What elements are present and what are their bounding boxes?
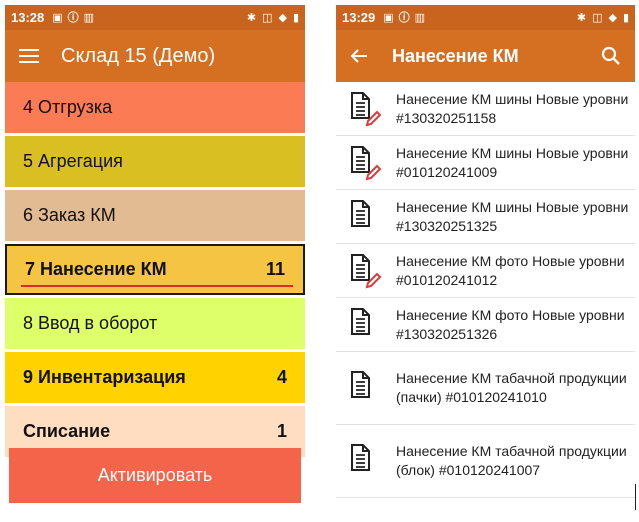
app-title: Склад 15 (Демо) bbox=[61, 44, 216, 67]
operation-label: Списание bbox=[23, 421, 111, 441]
operation-label: 5 Агрегация bbox=[23, 151, 123, 171]
document-icon bbox=[336, 199, 396, 235]
document-row[interactable]: Нанесение КМ шины Новые уровни #13032025… bbox=[336, 82, 635, 136]
screen-title: Нанесение КМ bbox=[392, 45, 519, 66]
operation-item[interactable]: 9 Инвентаризация 4 bbox=[5, 352, 305, 403]
operation-label: 9 Инвентаризация bbox=[23, 367, 186, 387]
operation-item[interactable]: 5 Агрегация bbox=[5, 136, 305, 187]
document-title: Нанесение КМ шины Новые уровни #01012024… bbox=[396, 144, 629, 180]
battery-icon: ▮ bbox=[292, 11, 299, 24]
search-icon[interactable] bbox=[601, 46, 621, 66]
vibrate-icon: ◫ bbox=[262, 11, 273, 24]
status-bar: 13:28 ▣ ⓘ ▥ ✱ ◫ ◆ ▮ bbox=[5, 5, 305, 30]
info-notification-icon: ⓘ bbox=[67, 11, 79, 24]
screen-edge bbox=[635, 484, 636, 510]
left-screen: 13:28 ▣ ⓘ ▥ ✱ ◫ ◆ ▮ Склад 15 (Демо) 4 От… bbox=[5, 5, 305, 520]
operation-label: 7 Нанесение КМ bbox=[25, 259, 167, 279]
operation-item[interactable]: 8 Ввод в оборот bbox=[5, 298, 305, 349]
back-arrow-icon[interactable] bbox=[350, 48, 368, 64]
app-bar: Нанесение КМ bbox=[336, 30, 635, 82]
document-row[interactable]: Нанесение КМ шины Новые уровни #13032025… bbox=[336, 190, 635, 244]
bluetooth-icon: ✱ bbox=[246, 11, 257, 24]
operation-label: 8 Ввод в оборот bbox=[23, 313, 158, 333]
document-row[interactable]: Нанесение КМ фото Новые уровни #01012024… bbox=[336, 244, 635, 298]
operation-item[interactable]: 4 Отгрузка bbox=[5, 82, 305, 133]
document-title: Нанесение КМ фото Новые уровни #13032025… bbox=[396, 306, 625, 342]
document-row[interactable]: Нанесение КМ табачной продукции (блок) #… bbox=[336, 425, 635, 498]
barcode-notification-icon: ▥ bbox=[83, 11, 95, 24]
battery-icon: ▮ bbox=[622, 11, 629, 24]
operation-count: 11 bbox=[265, 259, 285, 279]
document-icon bbox=[336, 370, 396, 406]
document-row[interactable]: Нанесение КМ шины Новые уровни #01012024… bbox=[336, 136, 635, 190]
document-row[interactable]: Нанесение КМ табачной продукции (пачки) … bbox=[336, 352, 635, 425]
barcode-notification-icon: ▥ bbox=[414, 11, 426, 24]
document-edit-icon bbox=[336, 91, 396, 127]
selection-underline bbox=[21, 285, 293, 287]
operation-count: 1 bbox=[276, 421, 287, 441]
status-bar: 13:29 ▣ ⓘ ▥ ✱ ◫ ◆ ▮ bbox=[336, 5, 635, 30]
document-title: Нанесение КМ фото Новые уровни #01012024… bbox=[396, 252, 625, 288]
wifi-icon: ◆ bbox=[278, 11, 287, 24]
bluetooth-icon: ✱ bbox=[576, 11, 587, 24]
document-row[interactable]: Нанесение КМ фото Новые уровни #13032025… bbox=[336, 298, 635, 352]
app-bar: Склад 15 (Демо) bbox=[5, 30, 305, 82]
document-title: Нанесение КМ шины Новые уровни #13032025… bbox=[396, 90, 629, 126]
activate-button[interactable]: Активировать bbox=[9, 448, 301, 503]
document-icon bbox=[336, 307, 396, 343]
document-icon bbox=[336, 443, 396, 479]
operation-item[interactable]: 7 Нанесение КМ 11 bbox=[5, 244, 305, 295]
document-edit-icon bbox=[336, 145, 396, 181]
operation-label: 4 Отгрузка bbox=[23, 97, 113, 117]
operation-item[interactable]: 6 Заказ КМ bbox=[5, 190, 305, 241]
document-title: Нанесение КМ шины Новые уровни #13032025… bbox=[396, 198, 629, 234]
right-screen: 13:29 ▣ ⓘ ▥ ✱ ◫ ◆ ▮ Нанесение КМ Нанесен… bbox=[336, 5, 635, 520]
image-notification-icon: ▣ bbox=[52, 11, 63, 24]
info-notification-icon: ⓘ bbox=[398, 11, 410, 24]
operations-list: 4 Отгрузка 5 Агрегация 6 Заказ КМ 7 Нанесен… bbox=[5, 82, 305, 460]
document-title: Нанесение КМ табачной продукции (блок) #… bbox=[396, 443, 627, 478]
document-edit-icon bbox=[336, 253, 396, 289]
image-notification-icon: ▣ bbox=[383, 11, 394, 24]
status-time: 13:29 bbox=[342, 10, 376, 25]
documents-list: Нанесение КМ шины Новые уровни #13032025… bbox=[336, 82, 635, 498]
wifi-icon: ◆ bbox=[608, 11, 617, 24]
menu-icon[interactable] bbox=[19, 49, 39, 63]
document-title: Нанесение КМ табачной продукции (пачки) … bbox=[396, 370, 627, 405]
status-time: 13:28 bbox=[11, 10, 45, 25]
operation-count: 4 bbox=[276, 367, 287, 387]
operation-label: 6 Заказ КМ bbox=[23, 205, 116, 225]
vibrate-icon: ◫ bbox=[592, 11, 603, 24]
